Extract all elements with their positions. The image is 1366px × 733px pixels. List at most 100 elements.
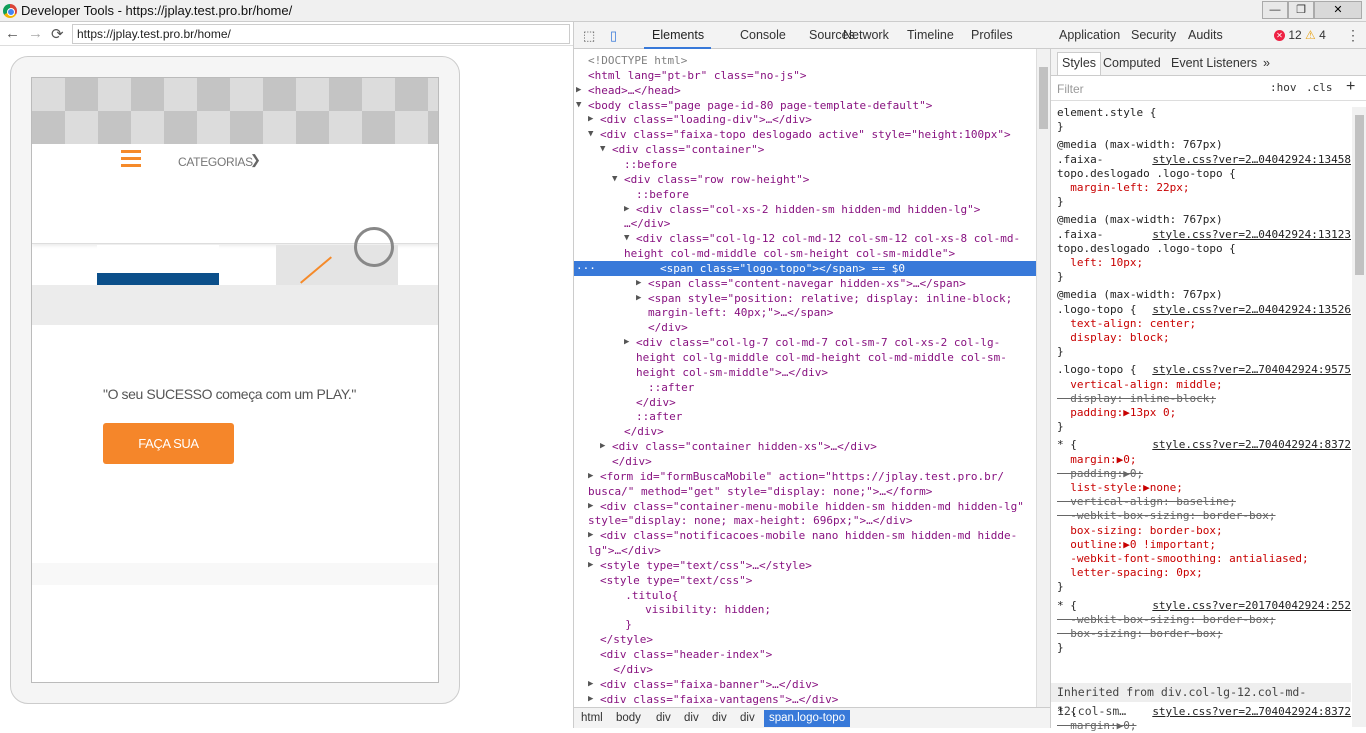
dom-node[interactable]: height col-sm-middle">…</div> [574,365,1036,380]
dom-node[interactable]: margin-left: 40px;">…</span> [574,305,1036,320]
dom-node[interactable]: height col-md-middle col-sm-height col-s… [574,246,1036,261]
filter-input[interactable]: Filter [1057,82,1084,96]
device-toolbar-icon[interactable]: ▯ [610,28,617,44]
dom-node[interactable]: ▶ <div class="faixa-vantagens">…</div> [574,692,1036,707]
cls-toggle[interactable]: .cls [1306,81,1333,94]
styles-tab-1[interactable]: Computed [1103,56,1161,70]
tab-application[interactable]: Application [1059,28,1120,42]
tab-timeline[interactable]: Timeline [907,28,954,42]
dom-node[interactable]: busca/" method="get" style="display: non… [574,484,1036,499]
hamburger-menu-icon[interactable] [121,150,141,171]
dom-node[interactable]: ▼ <div class="row row-height"> [574,172,1036,187]
expand-arrow-icon[interactable]: ▼ [576,98,581,113]
dom-node[interactable]: <div class="header-index"> [574,647,1036,662]
tab-console[interactable]: Console [740,28,786,42]
expand-arrow-icon[interactable]: ▶ [588,558,593,573]
dom-node[interactable]: <!DOCTYPE html> [574,53,1036,68]
style-source-link[interactable]: style.css?ver=2…04042924:13123 [1152,228,1351,242]
breadcrumb-item[interactable]: body [616,712,641,724]
url-input[interactable]: https://jplay.test.pro.br/home/ [72,24,570,44]
reload-icon[interactable]: ⟳ [51,25,64,43]
tab-elements[interactable]: Elements [652,28,704,42]
close-button[interactable]: ✕ [1314,1,1362,19]
more-options-icon[interactable]: ⋮ [1346,27,1360,44]
style-source-link[interactable]: style.css?ver=2…704042924:8372 [1152,438,1351,452]
tab-profiles[interactable]: Profiles [971,28,1013,42]
dom-node[interactable]: ▶ <div class="container hidden-xs">…</div… [574,439,1036,454]
dom-node[interactable]: ::after [574,409,1036,424]
dom-node[interactable]: </div> [574,320,1036,335]
dom-node[interactable]: ▶ <head>…</head> [574,83,1036,98]
dom-node[interactable]: ▶ <span style="position: relative; displa… [574,291,1036,306]
forward-icon[interactable]: → [28,25,43,42]
dom-node[interactable]: ▼ <body class="page page-id-80 page-templ… [574,98,1036,113]
styles-filter[interactable]: Filter :hov .cls + [1051,77,1366,101]
expand-arrow-icon[interactable]: ▶ [600,439,605,454]
styles-tab-2[interactable]: Event Listeners [1171,56,1257,70]
breadcrumb-item[interactable]: html [581,712,603,724]
tab-audits[interactable]: Audits [1188,28,1223,42]
styles-scrollbar[interactable] [1352,107,1366,727]
categories-menu[interactable]: CATEGORIAS [178,155,253,169]
dom-node[interactable]: style="display: none; max-height: 696px;… [574,513,1036,528]
style-source-link[interactable]: style.css?ver=201704042924:252 [1152,599,1351,613]
dom-node[interactable]: visibility: hidden; [574,602,1036,617]
dom-node[interactable]: </style> [574,632,1036,647]
dom-node[interactable]: ▶ <div class="notificacoes-mobile nano hi… [574,528,1036,543]
expand-arrow-icon[interactable]: ▶ [588,692,593,707]
expand-arrow-icon[interactable]: ▶ [624,202,629,217]
styles-tab-0[interactable]: Styles [1057,52,1102,75]
dom-node[interactable]: </div> [574,454,1036,469]
breadcrumb-item[interactable]: div [712,712,727,724]
dom-node[interactable]: ▶ <div class="container-menu-mobile hidde… [574,499,1036,514]
back-icon[interactable]: ← [5,25,20,42]
dom-node[interactable]: ▶ <div class="col-xs-2 hidden-sm hidden-m… [574,202,1036,217]
chevron-down-icon[interactable]: ❯ [250,152,261,168]
expand-arrow-icon[interactable]: ▶ [636,291,641,306]
expand-arrow-icon[interactable]: ▼ [588,127,593,142]
dom-node[interactable]: ▶ <div class="col-lg-7 col-md-7 col-sm-7 … [574,335,1036,350]
dom-node[interactable]: lg">…</div> [574,543,1036,558]
breadcrumb-item[interactable]: span.logo-topo [764,710,851,727]
dom-node[interactable]: .titulo{ [574,588,1036,603]
dom-node[interactable]: } [574,617,1036,632]
dom-node[interactable]: ▼ <div class="faixa-topo deslogado active… [574,127,1036,142]
expand-arrow-icon[interactable]: ▶ [588,677,593,692]
breadcrumb-item[interactable]: div [740,712,755,724]
dom-node[interactable]: </div> [574,424,1036,439]
dom-node[interactable]: ::before [574,157,1036,172]
dom-node[interactable]: ▶ <span class="content-navegar hidden-xs"… [574,276,1036,291]
expand-arrow-icon[interactable]: ▼ [612,172,617,187]
breadcrumb-item[interactable]: div [684,712,699,724]
expand-arrow-icon[interactable]: ▶ [624,335,629,350]
expand-arrow-icon[interactable]: ▶ [576,83,581,98]
inspect-element-icon[interactable]: ⬚ [583,28,595,44]
breadcrumb-item[interactable]: div [656,712,671,724]
dom-node[interactable]: …</div> [574,216,1036,231]
style-source-link[interactable]: style.css?ver=2…04042924:13526 [1152,303,1351,317]
expand-arrow-icon[interactable]: ▶ [636,276,641,291]
signup-button[interactable]: FAÇA SUA INSCRIÇÃO [103,423,234,492]
console-counts[interactable]: ✕ 12 ⚠ 4 [1274,28,1326,42]
hov-toggle[interactable]: :hov [1270,81,1297,94]
tab-network[interactable]: Network [843,28,889,42]
new-rule-icon[interactable]: + [1346,78,1355,96]
style-source-link[interactable]: style.css?ver=2…04042924:13458 [1152,153,1351,167]
selected-dom-node[interactable]: ··· <span class="logo-topo"></span> == $0 [574,260,1036,276]
dom-node[interactable]: ▶ <div class="faixa-banner">…</div> [574,677,1036,692]
dom-node[interactable]: </div> [574,662,1036,677]
dom-node[interactable]: ▶ <div class="loading-div">…</div> [574,112,1036,127]
expand-arrow-icon[interactable]: ▶ [588,112,593,127]
expand-arrow-icon[interactable]: ▼ [624,231,629,246]
dom-node[interactable]: ▼ <div class="col-lg-12 col-md-12 col-sm-… [574,231,1036,246]
dom-node[interactable]: ::before [574,187,1036,202]
style-source-link[interactable]: style.css?ver=2…704042924:9575 [1152,363,1351,377]
tab-security[interactable]: Security [1131,28,1176,42]
expand-arrow-icon[interactable]: ▼ [600,142,605,157]
expand-arrow-icon[interactable]: ▶ [588,499,593,514]
dom-node[interactable]: ▶ <form id="formBuscaMobile" action="http… [574,469,1036,484]
minimize-button[interactable]: — [1262,1,1288,19]
dom-node[interactable]: height col-lg-middle col-md-height col-m… [574,350,1036,365]
styles-tab-3[interactable]: » [1263,56,1270,70]
elements-scrollbar[interactable] [1036,49,1050,707]
